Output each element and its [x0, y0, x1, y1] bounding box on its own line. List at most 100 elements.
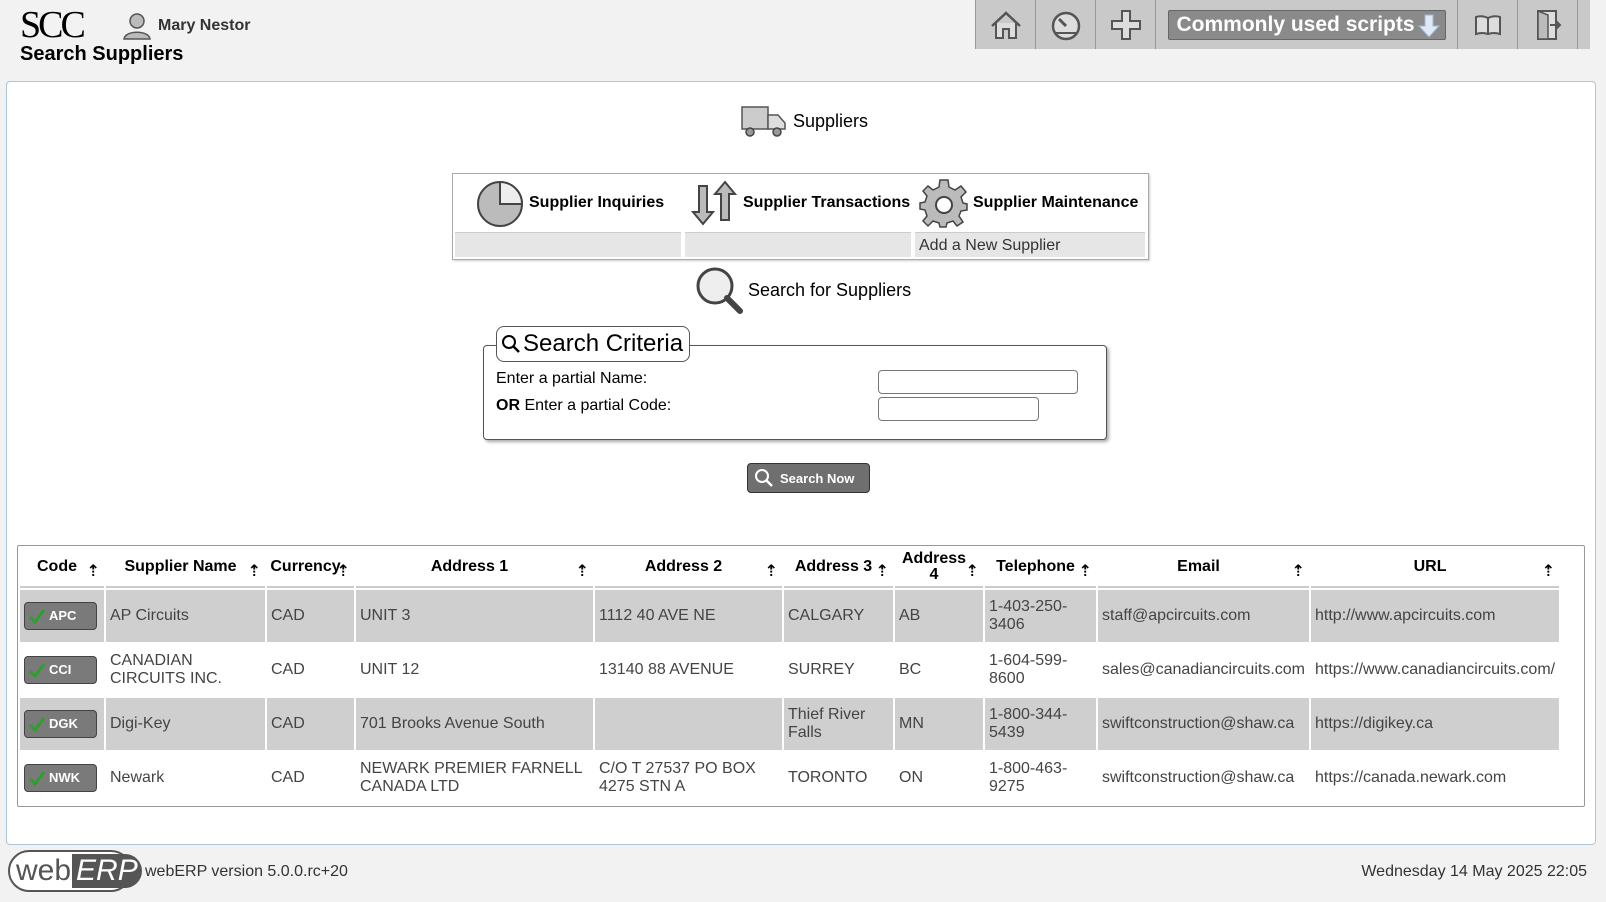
select-supplier-button[interactable]: NWK [24, 764, 97, 792]
main-panel: Suppliers Supplier Inquiries Supplier Tr… [6, 81, 1596, 845]
partial-name-label: Enter a partial Name: [496, 370, 648, 387]
sort-arrow-icon[interactable]: ⇡ [966, 564, 979, 580]
cell-supplier-name: CANADIAN CIRCUITS INC. [106, 644, 265, 696]
logout-icon [1536, 9, 1561, 40]
menu-item-inquiries-empty [455, 232, 681, 257]
gear-icon [919, 179, 968, 228]
col-header-supplier-name[interactable]: Supplier Name ⇡ [106, 548, 265, 588]
cell-currency: CAD [267, 590, 354, 642]
table-row: DGK Digi-Key CAD 701 Brooks Avenue South… [20, 698, 1560, 750]
cell-supplier-name: Newark [106, 752, 265, 804]
cell-email: sales@canadiancircuits.com [1098, 644, 1309, 696]
cell-currency: CAD [267, 752, 354, 804]
arrow-down-icon [1417, 14, 1440, 38]
sort-arrow-icon[interactable]: ⇡ [1542, 564, 1555, 580]
select-supplier-button[interactable]: CCI [24, 656, 97, 684]
menu-heading-transactions: Supplier Transactions [689, 178, 910, 228]
search-criteria-legend: Search Criteria [496, 326, 691, 362]
dashboard-button[interactable] [1036, 0, 1096, 49]
partial-code-input[interactable] [878, 397, 1039, 421]
cell-email: swiftconstruction@shaw.ca [1098, 752, 1309, 804]
cell-currency: CAD [267, 644, 354, 696]
cell-url: https://www.canadiancircuits.com/ [1311, 644, 1560, 696]
sort-arrow-icon[interactable]: ⇡ [337, 564, 350, 580]
cell-address-3: SURREY [784, 644, 893, 696]
menu-item-transactions-empty [685, 232, 911, 257]
suppliers-heading: Suppliers [740, 103, 868, 139]
col-header-code[interactable]: Code ⇡ [20, 548, 104, 588]
logout-button[interactable] [1518, 0, 1578, 49]
suppliers-table: Code ⇡ Supplier Name ⇡ Currency ⇡ Address 1… [18, 546, 1561, 806]
search-now-button[interactable]: Search Now [747, 463, 870, 493]
cell-telephone: 1-604-599-8600 [985, 644, 1096, 696]
search-suppliers-heading: Search for Suppliers [694, 265, 911, 315]
scripts-dropdown-cell: Commonly used scripts [1156, 0, 1458, 49]
cell-address-2: C/O T 27537 PO BOX 4275 STN A [595, 752, 782, 804]
home-button[interactable] [976, 0, 1036, 49]
cell-address-2: 13140 88 AVENUE [595, 644, 782, 696]
cell-telephone: 1-403-250-3406 [985, 590, 1096, 642]
sort-arrow-icon[interactable]: ⇡ [1079, 564, 1092, 580]
cell-address-2 [595, 698, 782, 750]
col-header-address-4[interactable]: Address 4 ⇡ [895, 548, 983, 588]
table-header-row: Code ⇡ Supplier Name ⇡ Currency ⇡ Address 1… [20, 548, 1560, 588]
menu-heading-inquiries: Supplier Inquiries [475, 178, 664, 228]
col-header-email[interactable]: Email ⇡ [1098, 548, 1309, 588]
check-icon [29, 717, 45, 732]
check-icon [29, 771, 45, 786]
sort-arrow-icon[interactable]: ⇡ [765, 564, 778, 580]
plus-icon [1110, 9, 1141, 40]
truck-icon [741, 106, 786, 137]
cell-address-1: UNIT 12 [356, 644, 593, 696]
cell-address-3: CALGARY [784, 590, 893, 642]
col-header-address-3[interactable]: Address 3 ⇡ [784, 548, 893, 588]
cell-url: https://digikey.ca [1311, 698, 1560, 750]
cell-email: staff@apcircuits.com [1098, 590, 1309, 642]
table-row: CCI CANADIAN CIRCUITS INC. CAD UNIT 12 1… [20, 644, 1560, 696]
supplier-menu: Supplier Inquiries Supplier Transactions [452, 173, 1149, 260]
select-supplier-button[interactable]: DGK [24, 710, 97, 738]
sort-arrow-icon[interactable]: ⇡ [87, 564, 100, 580]
col-header-address-2[interactable]: Address 2 ⇡ [595, 548, 782, 588]
weberp-logo[interactable]: web ERP [8, 850, 142, 892]
commonly-used-scripts-select[interactable]: Commonly used scripts [1167, 9, 1446, 40]
section-title: Suppliers [793, 110, 869, 131]
sort-arrow-icon[interactable]: ⇡ [576, 564, 589, 580]
cell-supplier-name: Digi-Key [106, 698, 265, 750]
cell-address-4: AB [895, 590, 983, 642]
cell-email: swiftconstruction@shaw.ca [1098, 698, 1309, 750]
user-name[interactable]: Mary Nestor [158, 17, 250, 35]
new-item-button[interactable] [1096, 0, 1156, 49]
manual-icon [1474, 14, 1501, 35]
search-icon [502, 335, 520, 353]
manual-button[interactable] [1458, 0, 1518, 49]
sort-arrow-icon[interactable]: ⇡ [876, 564, 889, 580]
date-time: Wednesday 14 May 2025 22:05 [1361, 863, 1587, 880]
cell-address-1: UNIT 3 [356, 590, 593, 642]
cell-url: https://canada.newark.com [1311, 752, 1560, 804]
col-header-telephone[interactable]: Telephone ⇡ [985, 548, 1096, 588]
user-block[interactable]: Mary Nestor [122, 12, 250, 40]
menu-heading-maintenance: Supplier Maintenance [919, 178, 1138, 228]
footer: web ERP webERP version 5.0.0.rc+20 Wednes… [0, 848, 1606, 902]
partial-code-label: OR Enter a partial Code: [496, 397, 672, 414]
sort-arrow-icon[interactable]: ⇡ [1292, 564, 1305, 580]
suppliers-table-wrapper: Code ⇡ Supplier Name ⇡ Currency ⇡ Address 1… [17, 545, 1585, 807]
partial-name-input[interactable] [878, 370, 1078, 394]
select-supplier-button[interactable]: APC [24, 602, 97, 630]
cell-address-3: TORONTO [784, 752, 893, 804]
sort-arrow-icon[interactable]: ⇡ [248, 564, 261, 580]
cell-supplier-name: AP Circuits [106, 590, 265, 642]
col-header-address-1[interactable]: Address 1 ⇡ [356, 548, 593, 588]
col-header-url[interactable]: URL ⇡ [1311, 548, 1560, 588]
col-header-currency[interactable]: Currency ⇡ [267, 548, 354, 588]
search-title: Search for Suppliers [748, 279, 912, 300]
cell-address-4: ON [895, 752, 983, 804]
cell-address-4: MN [895, 698, 983, 750]
check-icon [29, 609, 45, 624]
table-row: NWK Newark CAD NEWARK PREMIER FARNELL CA… [20, 752, 1560, 804]
menu-item-add-new-supplier[interactable]: Add a New Supplier [915, 232, 1145, 257]
cell-telephone: 1-800-463-9275 [985, 752, 1096, 804]
menu-col-maintenance: Supplier Maintenance Add a New Supplier [915, 174, 1149, 261]
cell-address-1: 701 Brooks Avenue South [356, 698, 593, 750]
